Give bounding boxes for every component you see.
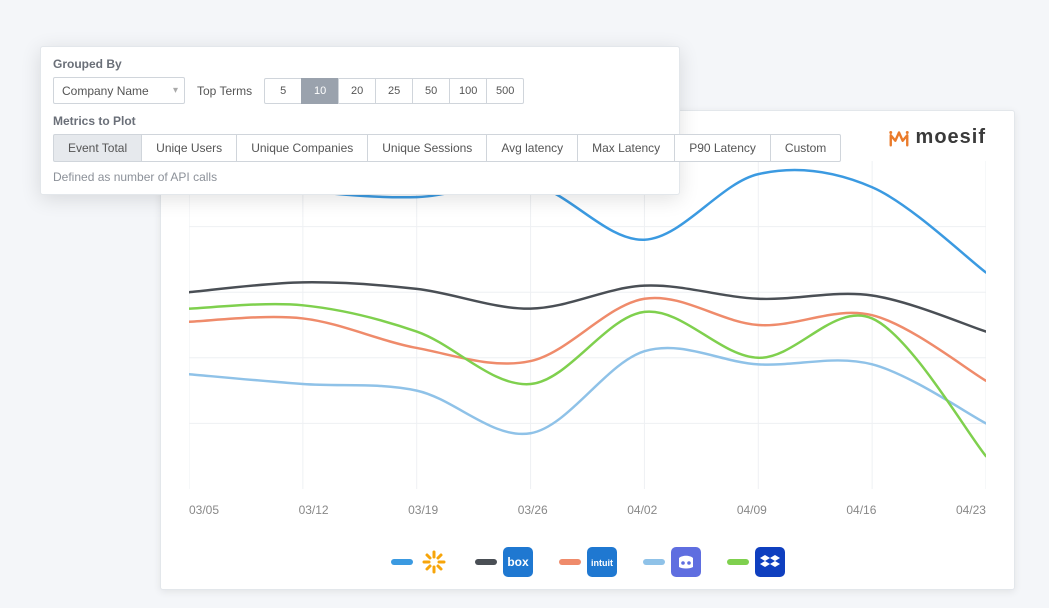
metric-option[interactable]: Unique Companies: [236, 134, 368, 162]
x-tick-label: 03/26: [518, 503, 548, 517]
top-terms-label: Top Terms: [197, 84, 252, 98]
metric-option[interactable]: Event Total: [53, 134, 142, 162]
series-line: [189, 298, 986, 381]
x-tick-label: 04/16: [846, 503, 876, 517]
top-terms-option-5[interactable]: 5: [264, 78, 302, 104]
x-tick-label: 04/23: [956, 503, 986, 517]
metric-option[interactable]: Custom: [770, 134, 841, 162]
legend-swatch: [559, 559, 581, 565]
brand-name: moesif: [916, 126, 986, 149]
metric-option[interactable]: Uniqe Users: [141, 134, 237, 162]
metrics-footnote: Defined as number of API calls: [53, 170, 667, 184]
legend-swatch: [475, 559, 497, 565]
series-line: [189, 348, 986, 434]
top-terms-option-50[interactable]: 50: [412, 78, 450, 104]
top-terms-option-500[interactable]: 500: [486, 78, 524, 104]
metrics-label: Metrics to Plot: [53, 114, 667, 128]
legend-item[interactable]: intuit: [559, 547, 617, 577]
x-tick-label: 03/05: [189, 503, 219, 517]
x-tick-label: 04/02: [627, 503, 657, 517]
group-by-value: Company Name: [62, 84, 149, 98]
grouped-by-label: Grouped By: [53, 57, 667, 71]
legend-item[interactable]: [391, 547, 449, 577]
legend-logo: [755, 547, 785, 577]
legend-item[interactable]: [727, 547, 785, 577]
metrics-segmented: Event TotalUniqe UsersUnique CompaniesUn…: [53, 134, 667, 162]
walmart-icon: [419, 547, 449, 577]
top-terms-option-100[interactable]: 100: [449, 78, 487, 104]
metric-option[interactable]: Unique Sessions: [367, 134, 487, 162]
intuit-icon: intuit: [587, 547, 617, 577]
line-chart: [189, 161, 986, 489]
metric-option[interactable]: Avg latency: [486, 134, 578, 162]
legend-swatch: [727, 559, 749, 565]
moesif-icon: [888, 127, 910, 149]
top-terms-option-25[interactable]: 25: [375, 78, 413, 104]
legend-item[interactable]: box: [475, 547, 533, 577]
x-tick-label: 04/09: [737, 503, 767, 517]
legend-logo: intuit: [587, 547, 617, 577]
group-by-select[interactable]: Company Name ▾: [53, 77, 185, 104]
top-terms-option-20[interactable]: 20: [338, 78, 376, 104]
metric-option[interactable]: P90 Latency: [674, 134, 771, 162]
legend-logo: box: [503, 547, 533, 577]
chart-legend: box intuit: [161, 547, 1014, 577]
chart-plot-area: [189, 161, 986, 489]
legend-logo: [671, 547, 701, 577]
x-tick-label: 03/12: [299, 503, 329, 517]
top-terms-option-10[interactable]: 10: [301, 78, 339, 104]
svg-text:box: box: [507, 555, 529, 569]
discord-icon: [671, 547, 701, 577]
filter-card: Grouped By Company Name ▾ Top Terms 5102…: [40, 46, 680, 195]
legend-item[interactable]: [643, 547, 701, 577]
legend-logo: [419, 547, 449, 577]
top-terms-segmented: 510202550100500: [264, 78, 524, 104]
svg-text:intuit: intuit: [591, 558, 613, 568]
series-line: [189, 304, 986, 456]
brand-logo: moesif: [888, 126, 986, 149]
legend-swatch: [643, 559, 665, 565]
x-axis-labels: 03/05 03/12 03/19 03/26 04/02 04/09 04/16 04/23: [189, 503, 986, 517]
dropbox-icon: [755, 547, 785, 577]
chevron-down-icon: ▾: [173, 85, 178, 96]
box-icon: box: [503, 547, 533, 577]
grouped-by-row: Company Name ▾ Top Terms 510202550100500: [53, 77, 667, 104]
metric-option[interactable]: Max Latency: [577, 134, 675, 162]
x-tick-label: 03/19: [408, 503, 438, 517]
legend-swatch: [391, 559, 413, 565]
